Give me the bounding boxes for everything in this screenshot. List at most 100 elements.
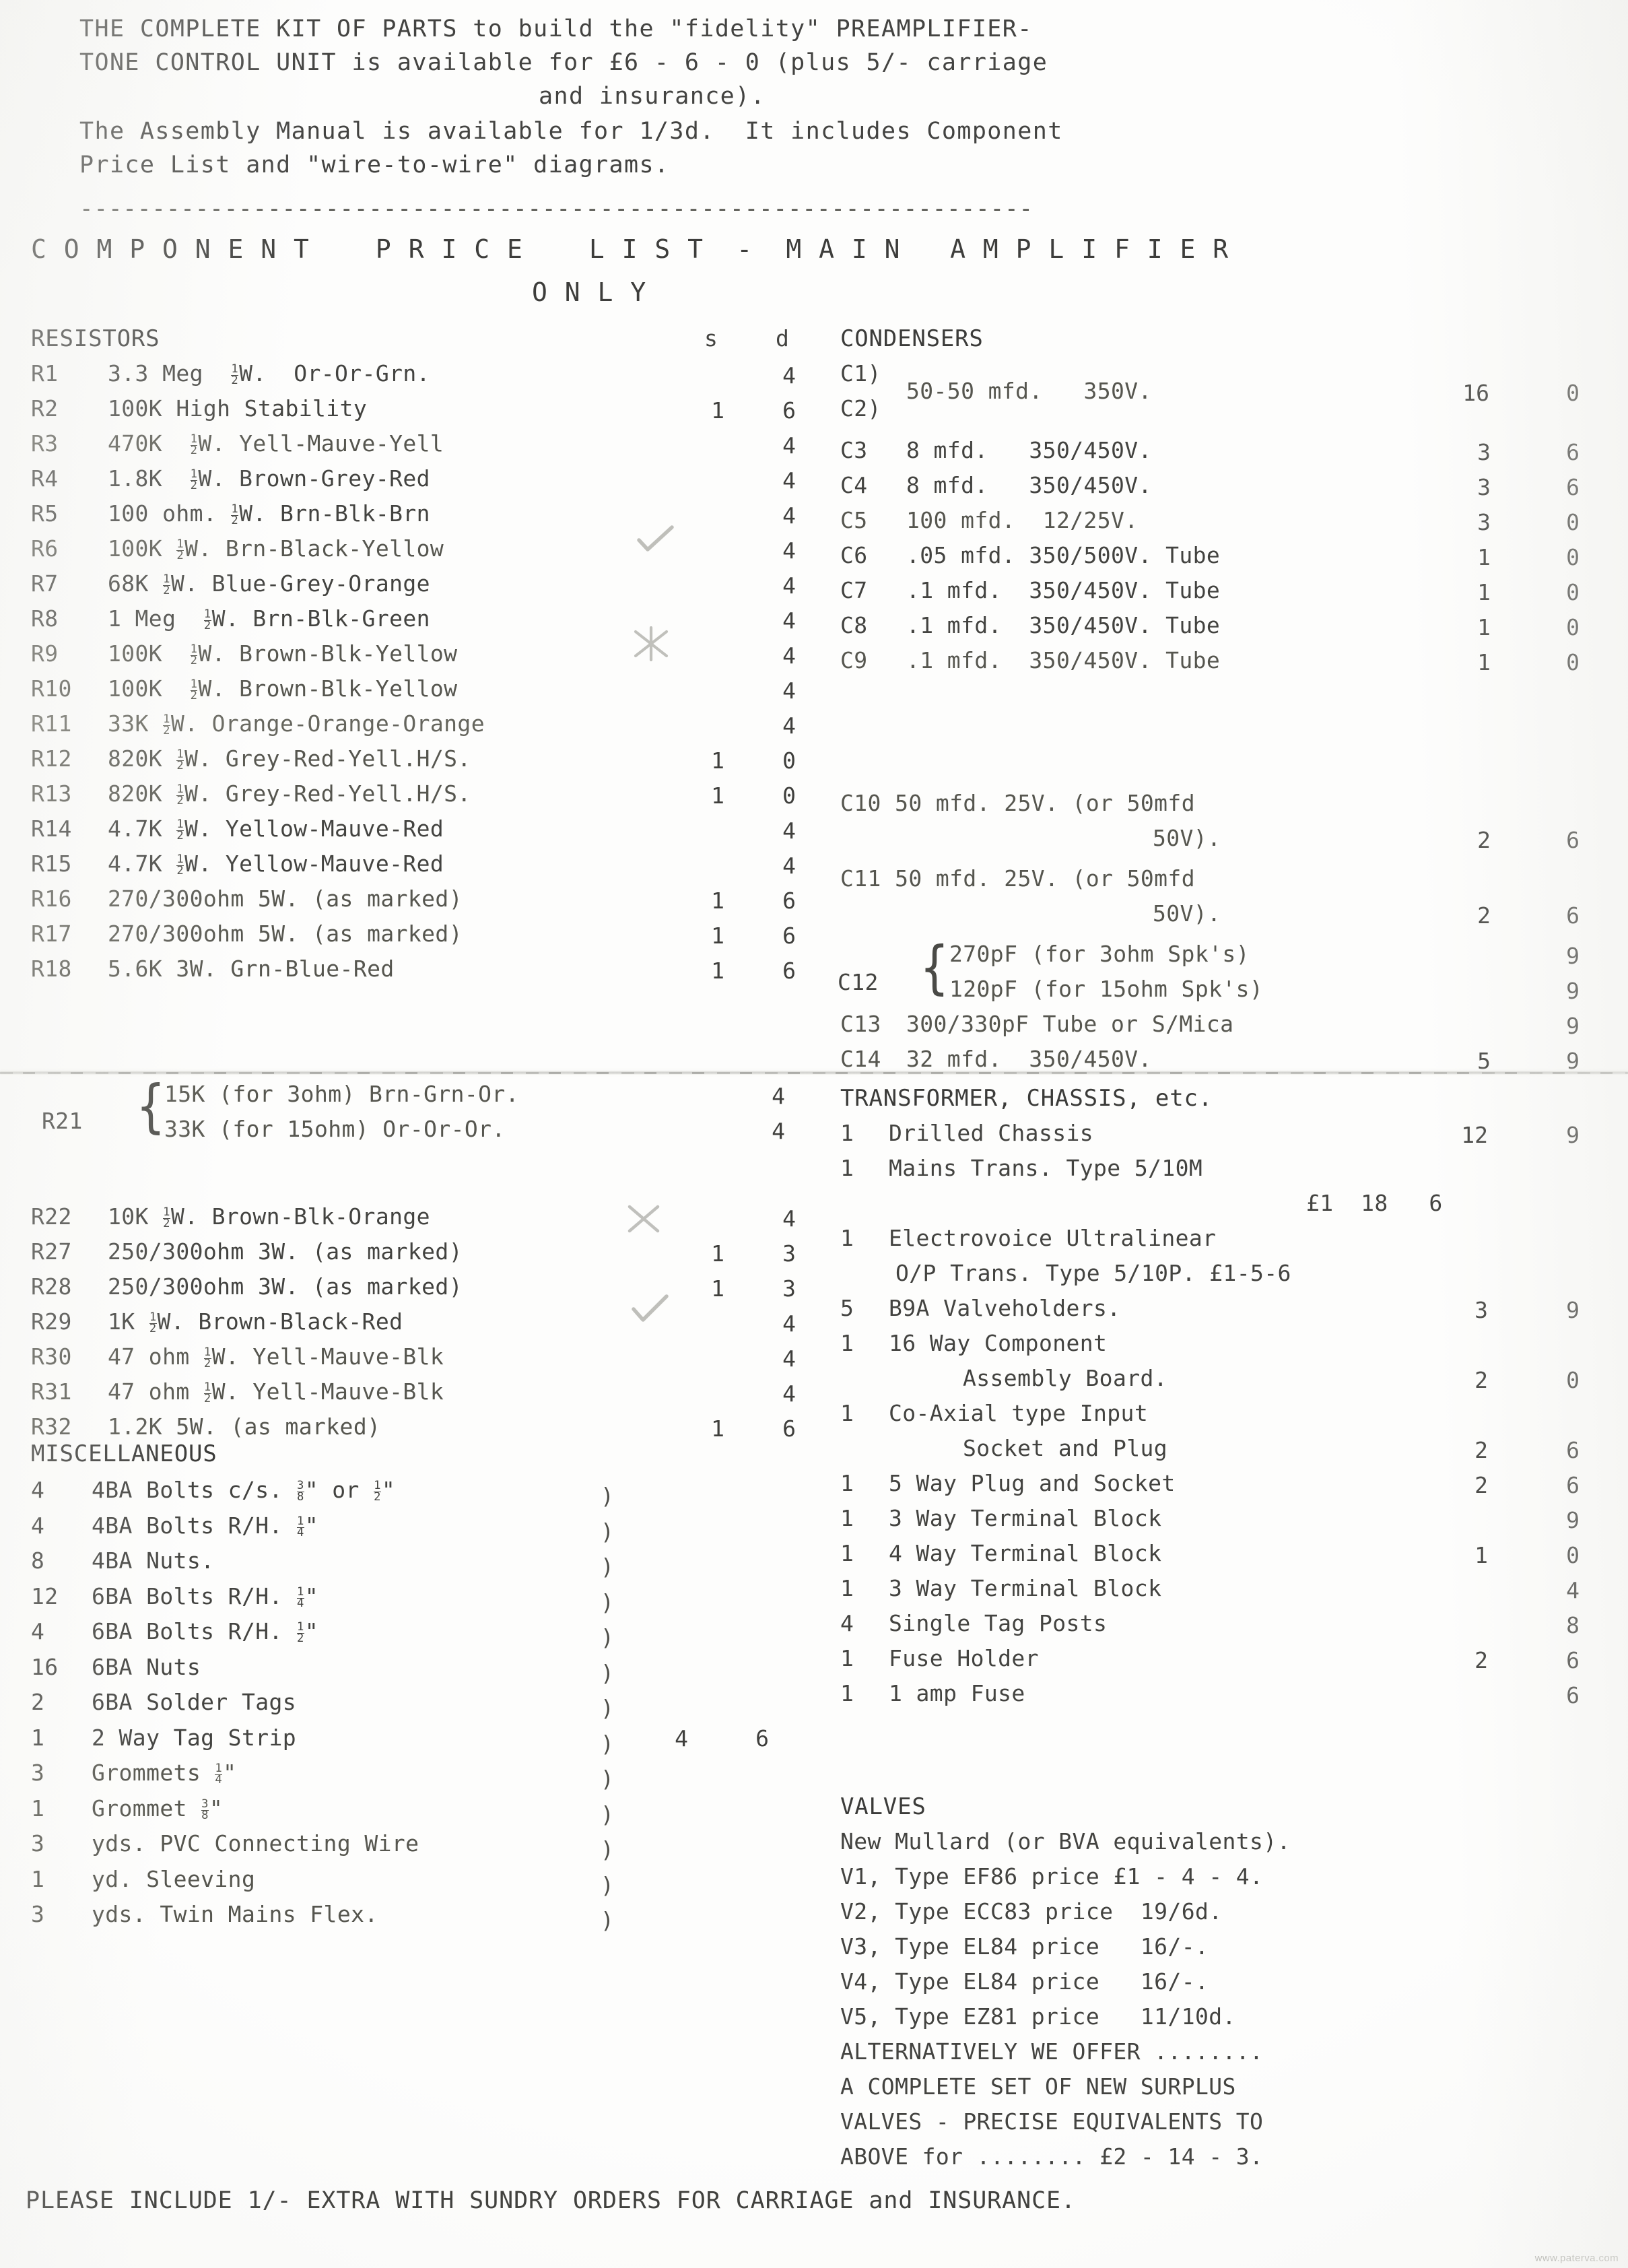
resistor-desc: 47 ohm 1 2 W. Yell-Mauve-Blk <box>108 1378 444 1405</box>
miscellaneous-qty: 3 <box>31 1830 45 1857</box>
c10-price-pence: 6 <box>1566 827 1580 853</box>
condenser-desc: .1 mfd. 350/450V. Tube <box>906 647 1221 673</box>
transformer-heading: TRANSFORMER, CHASSIS, etc. <box>840 1085 1213 1112</box>
valve-row: V3, Type EL84 price 16/-. <box>840 1933 1209 1960</box>
condenser-desc: .1 mfd. 350/450V. Tube <box>906 577 1221 603</box>
condenser-desc: .05 mfd. 350/500V. Tube <box>906 542 1221 568</box>
resistor-ref: R3 <box>31 430 59 457</box>
r21-price-a: 4 <box>772 1083 785 1109</box>
col-header-pence: d <box>776 325 790 352</box>
condenser-price-shillings: 1 <box>1477 614 1491 640</box>
intro-line-1: THE COMPLETE KIT OF PARTS to build the "… <box>79 15 1033 42</box>
resistor-desc: 250/300ohm 3W. (as marked) <box>108 1273 463 1300</box>
condenser-price-pence: 0 <box>1566 579 1580 605</box>
document-page: THE COMPLETE KIT OF PARTS to build the "… <box>0 0 1628 2268</box>
resistor-price-pence: 4 <box>782 712 796 739</box>
resistor-desc: 100K High Stability <box>108 395 368 422</box>
resistor-desc: 5.6K 3W. Grn-Blue-Red <box>108 956 395 982</box>
condenser-ref: C4 <box>840 472 868 498</box>
r21-brace: { <box>137 1073 165 1140</box>
c1-ref: C1) <box>840 360 881 387</box>
resistor-ref: R12 <box>31 745 72 772</box>
transformer-desc-continued: £1 18 6 <box>1306 1190 1443 1216</box>
resistor-price-shillings: 1 <box>711 397 724 424</box>
transformer-desc: Co-Axial type Input <box>889 1400 1149 1426</box>
pencil-check-r29-icon <box>632 1294 669 1325</box>
transformer-price-pence: 6 <box>1566 1682 1580 1708</box>
miscellaneous-desc: 4BA Bolts R/H. 1 4 " <box>92 1512 319 1539</box>
transformer-desc: B9A Valveholders. <box>889 1295 1121 1321</box>
condenser-ref: C9 <box>840 647 868 673</box>
resistor-ref: R32 <box>31 1413 72 1440</box>
valve-row: V2, Type ECC83 price 19/6d. <box>840 1898 1223 1925</box>
miscellaneous-desc: 2 Way Tag Strip <box>92 1725 297 1751</box>
miscellaneous-qty: 8 <box>31 1547 45 1574</box>
miscellaneous-group-price-pence: 6 <box>755 1725 769 1752</box>
c12-price-a: 9 <box>1566 943 1580 969</box>
transformer-qty: 1 <box>840 1225 854 1251</box>
resistor-price-pence: 4 <box>782 1345 796 1372</box>
resistor-ref: R2 <box>31 395 59 422</box>
transformer-desc: Mains Trans. Type 5/10M <box>889 1155 1203 1181</box>
condenser-price-pence: 0 <box>1566 649 1580 675</box>
condenser-price-pence: 9 <box>1566 1048 1580 1074</box>
pencil-cross-r22-icon <box>626 1203 661 1235</box>
miscellaneous-qty: 3 <box>31 1760 45 1786</box>
c12-line-b: 120pF (for 15ohm Spk's) <box>949 976 1264 1002</box>
resistor-ref: R9 <box>31 640 59 667</box>
resistor-price-pence: 4 <box>782 1205 796 1232</box>
intro-line-4: The Assembly Manual is available for 1/3… <box>79 118 1063 145</box>
resistor-price-pence: 0 <box>782 782 796 809</box>
condenser-price-shillings: 5 <box>1477 1048 1491 1074</box>
valves-note: New Mullard (or BVA equivalents). <box>840 1828 1291 1855</box>
condenser-ref: C8 <box>840 612 868 638</box>
valve-row: V1, Type EF86 price £1 - 4 - 4. <box>840 1863 1264 1890</box>
condenser-price-shillings: 1 <box>1477 649 1491 675</box>
resistors-heading: RESISTORS <box>31 325 160 352</box>
resistor-ref: R29 <box>31 1308 72 1335</box>
c12-ref: C12 <box>838 969 879 995</box>
resistor-desc: 270/300ohm 5W. (as marked) <box>108 886 463 912</box>
transformer-price-shillings: 1 <box>1474 1542 1488 1568</box>
miscellaneous-qty: 1 <box>31 1725 45 1751</box>
resistor-ref: R28 <box>31 1273 72 1300</box>
resistor-desc: 270/300ohm 5W. (as marked) <box>108 921 463 947</box>
transformer-qty: 1 <box>840 1330 854 1356</box>
resistor-price-pence: 4 <box>782 853 796 879</box>
resistor-desc: 820K 1 2 W. Grey-Red-Yell.H/S. <box>108 780 471 807</box>
transformer-price-pence: 4 <box>1566 1577 1580 1603</box>
resistor-desc: 100K 1 2 W. Brn-Black-Yellow <box>108 535 444 562</box>
transformer-price-pence: 0 <box>1566 1367 1580 1393</box>
resistor-ref: R18 <box>31 956 72 982</box>
valves-alt-row: ABOVE for ........ £2 - 14 - 3. <box>840 2143 1264 2170</box>
c11-line-a: C11 50 mfd. 25V. (or 50mfd <box>840 865 1195 892</box>
resistor-price-pence: 6 <box>782 888 796 914</box>
resistor-price-pence: 6 <box>782 923 796 949</box>
c10-line-a: C10 50 mfd. 25V. (or 50mfd <box>840 790 1195 816</box>
valves-alt-row: VALVES - PRECISE EQUIVALENTS TO <box>840 2108 1264 2135</box>
transformer-desc: 1 amp Fuse <box>889 1680 1025 1706</box>
resistor-ref: R17 <box>31 921 72 947</box>
resistor-desc: 1.2K 5W. (as marked) <box>108 1413 381 1440</box>
c10-price-shillings: 2 <box>1477 827 1491 853</box>
miscellaneous-qty: 12 <box>31 1583 59 1609</box>
resistor-ref: R31 <box>31 1378 72 1405</box>
transformer-desc-continued: O/P Trans. Type 5/10P. £1-5-6 <box>895 1260 1291 1286</box>
resistor-price-pence: 4 <box>782 362 796 389</box>
resistor-price-shillings: 1 <box>711 1415 724 1442</box>
transformer-desc: Electrovoice Ultralinear <box>889 1225 1217 1251</box>
condenser-desc: 8 mfd. 350/450V. <box>906 437 1152 463</box>
page-subtitle: O N L Y <box>532 277 647 307</box>
valve-row: V5, Type EZ81 price 11/10d. <box>840 2003 1236 2030</box>
intro-line-5: Price List and "wire-to-wire" diagrams. <box>79 152 670 178</box>
miscellaneous-desc: 4BA Bolts c/s. 3 8 " or 1 2 " <box>92 1477 396 1504</box>
resistor-price-pence: 6 <box>782 1415 796 1442</box>
resistor-desc: 3.3 Meg 1 2 W. Or-Or-Grn. <box>108 360 430 387</box>
c11-price-pence: 6 <box>1566 902 1580 929</box>
resistor-price-shillings: 1 <box>711 1240 724 1267</box>
transformer-price-pence: 6 <box>1566 1647 1580 1673</box>
resistor-price-shillings: 1 <box>711 888 724 914</box>
resistor-ref: R7 <box>31 570 59 597</box>
miscellaneous-desc: 6BA Bolts R/H. 1 2 " <box>92 1618 319 1645</box>
c2-ref: C2) <box>840 395 881 422</box>
